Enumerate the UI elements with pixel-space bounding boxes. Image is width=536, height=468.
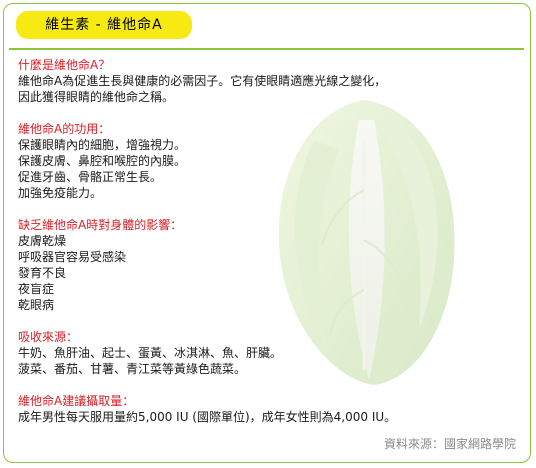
title-badge: 維生素 - 維他命A (16, 11, 192, 39)
section-heading: 缺乏維他命A時對身體的影響： (18, 218, 183, 232)
content-body: 什麼是維他命A？ 維他命A為促進生長與健康的必需因子。它有使眼睛適應光線之變化，… (18, 57, 522, 441)
page-title: 維生素 - 維他命A (45, 17, 163, 33)
section-heading: 維他命A的功用： (18, 122, 111, 136)
list-item: 促進牙齒、骨骼正常生長。 (18, 170, 163, 184)
section-functions: 維他命A的功用： 保護眼睛內的細胞，增強視力。 保護皮膚、鼻腔和喉腔的內膜。 促… (18, 121, 522, 201)
section-sources: 吸收來源： 牛奶、魚肝油、起士、蛋黃、冰淇淋、魚、肝臟。 菠菜、番茄、甘薯、青江… (18, 329, 522, 377)
list-item: 加強免疫能力。 (18, 186, 103, 200)
section-what-is: 什麼是維他命A？ 維他命A為促進生長與健康的必需因子。它有使眼睛適應光線之變化，… (18, 57, 522, 105)
list-item: 皮膚乾燥 (18, 234, 67, 248)
section-heading: 維他命A建議攝取量： (18, 394, 135, 408)
info-card: 維生素 - 維他命A 什麼是維他命A？ 維他命A為促進生長與健康的必需因子。它有… (3, 3, 531, 463)
text-line: 維他命A為促進生長與健康的必需因子。它有使眼睛適應光線之變化， (18, 74, 387, 88)
list-item: 發育不良 (18, 266, 67, 280)
list-item: 呼吸器官容易受感染 (18, 250, 127, 264)
source-credit: 資料來源：國家網路學院 (383, 437, 516, 451)
list-item: 乾眼病 (18, 298, 55, 312)
section-heading: 什麼是維他命A？ (18, 58, 111, 72)
text-line: 成年男性每天服用量約5,000 IU (國際單位)，成年女性則為4,000 IU… (18, 410, 397, 424)
list-item: 保護皮膚、鼻腔和喉腔的內膜。 (18, 154, 187, 168)
section-heading: 吸收來源： (18, 330, 79, 344)
title-divider (9, 48, 524, 50)
text-line: 牛奶、魚肝油、起士、蛋黃、冰淇淋、魚、肝臟。 (18, 346, 283, 360)
text-line: 菠菜、番茄、甘薯、青江菜等黃綠色蔬菜。 (18, 362, 247, 376)
text-line: 因此獲得眼睛的維他命之稱。 (18, 90, 175, 104)
section-intake: 維他命A建議攝取量： 成年男性每天服用量約5,000 IU (國際單位)，成年女… (18, 393, 522, 425)
section-deficiency: 缺乏維他命A時對身體的影響： 皮膚乾燥 呼吸器官容易受感染 發育不良 夜盲症 乾… (18, 217, 522, 313)
list-item: 夜盲症 (18, 282, 55, 296)
list-item: 保護眼睛內的細胞，增強視力。 (18, 138, 187, 152)
